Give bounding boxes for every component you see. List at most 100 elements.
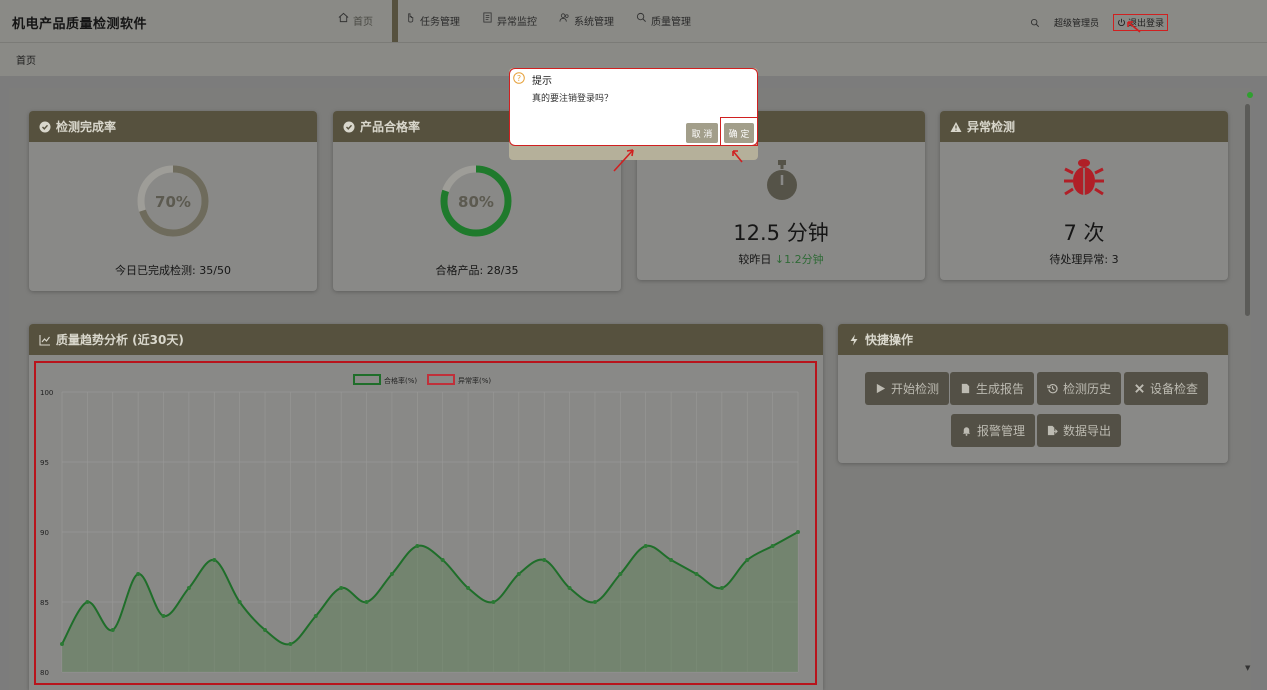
card-header: 检测完成率 xyxy=(29,111,317,142)
time-caption-prefix: 较昨日 xyxy=(738,253,775,266)
data-point[interactable] xyxy=(516,572,521,576)
data-point[interactable] xyxy=(440,558,445,562)
main-nav: 首页 任务管理 异常监控 系统管理 质量管理 xyxy=(338,0,713,42)
data-point[interactable] xyxy=(161,614,166,618)
power-icon xyxy=(1118,18,1125,26)
data-point[interactable] xyxy=(110,628,115,632)
data-point[interactable] xyxy=(745,558,750,562)
data-point[interactable] xyxy=(288,642,293,646)
logout-button[interactable]: 退出登录 xyxy=(1113,14,1169,31)
time-delta: ↓1.2分钟 xyxy=(774,253,824,266)
data-point[interactable] xyxy=(136,572,141,576)
header-actions: 超级管理员 退出登录 xyxy=(1030,14,1169,31)
legend-label-anomaly: 异常率(%) xyxy=(458,376,491,385)
card-header: 质量趋势分析 (近30天) xyxy=(29,324,823,355)
start-inspection-button[interactable]: 开始检测 xyxy=(865,372,950,405)
nav-item-tasks[interactable]: 任务管理 xyxy=(405,0,460,42)
card-header: 快捷操作 xyxy=(838,324,1228,355)
scroll-down-arrow[interactable]: ▼ xyxy=(1245,664,1250,672)
svg-text:?: ? xyxy=(517,74,521,83)
users-icon xyxy=(559,12,570,23)
completion-caption: 今日已完成检测: 35/50 xyxy=(115,264,231,277)
data-point[interactable] xyxy=(263,628,268,632)
current-user[interactable]: 超级管理员 xyxy=(1054,16,1099,29)
document-icon xyxy=(482,12,493,23)
data-point[interactable] xyxy=(313,614,318,618)
stopwatch-icon xyxy=(767,160,797,200)
data-point[interactable] xyxy=(796,530,800,534)
data-point[interactable] xyxy=(85,600,90,604)
quick-actions-card: 快捷操作 开始检测 生成报告 检测历史 设备检查 报警管理 数据导出 xyxy=(838,324,1228,463)
data-point[interactable] xyxy=(770,544,775,548)
check-circle-icon xyxy=(39,121,51,132)
card-title: 检测完成率 xyxy=(56,120,117,134)
dialog-message: 真的要注销登录吗？ xyxy=(532,94,614,104)
hand-icon xyxy=(405,12,416,23)
anomaly-value: 7 次 xyxy=(1063,221,1105,245)
data-point[interactable] xyxy=(186,586,191,590)
y-tick-label: 85 xyxy=(40,599,49,607)
nav-item-quality[interactable]: 质量管理 xyxy=(636,0,691,42)
nav-item-label: 首页 xyxy=(353,17,373,28)
completion-ring: 70% xyxy=(137,165,209,237)
pass-caption: 合格产品: 28/35 xyxy=(435,264,519,277)
legend-label-pass: 合格率(%) xyxy=(384,376,417,385)
avg-time-value: 12.5 分钟 xyxy=(733,221,829,245)
data-point[interactable] xyxy=(237,600,242,604)
scrollbar-thumb[interactable] xyxy=(1245,104,1250,316)
data-point[interactable] xyxy=(719,586,724,590)
data-point[interactable] xyxy=(694,572,699,576)
data-point[interactable] xyxy=(643,544,648,548)
app-title: 机电产品质量检测软件 xyxy=(12,17,148,32)
confirm-highlight-box xyxy=(720,117,758,146)
dialog-title: 提示 xyxy=(532,76,552,87)
data-point[interactable] xyxy=(212,558,217,562)
nav-item-system[interactable]: 系统管理 xyxy=(559,0,614,42)
bolt-icon xyxy=(850,334,858,345)
search-icon[interactable] xyxy=(1030,18,1040,28)
data-point[interactable] xyxy=(618,572,623,576)
nav-item-label: 任务管理 xyxy=(420,17,460,28)
trend-chart: 80 85 90 95 100 合格率(%) 异常率(%) xyxy=(34,361,817,685)
button-label: 报警管理 xyxy=(977,424,1026,438)
data-point[interactable] xyxy=(339,586,344,590)
data-export-button[interactable]: 数据导出 xyxy=(1037,414,1122,447)
button-label: 数据导出 xyxy=(1063,424,1112,438)
warning-icon xyxy=(950,121,962,132)
y-tick-label: 90 xyxy=(40,529,49,537)
data-point[interactable] xyxy=(466,586,471,590)
data-point[interactable] xyxy=(389,572,394,576)
card-header: 异常检测 xyxy=(940,111,1228,142)
inspection-history-button[interactable]: 检测历史 xyxy=(1037,372,1122,405)
logout-label: 退出登录 xyxy=(1128,19,1165,29)
data-point[interactable] xyxy=(491,600,496,604)
card-title: 异常检测 xyxy=(967,120,1016,134)
completion-card: 检测完成率 70% 今日已完成检测: 35/50 xyxy=(29,111,317,291)
export-icon xyxy=(1047,425,1058,436)
file-icon xyxy=(961,383,970,394)
nav-item-home[interactable]: 首页 xyxy=(338,0,373,42)
nav-item-anomaly[interactable]: 异常监控 xyxy=(482,0,537,42)
device-check-button[interactable]: 设备检查 xyxy=(1124,372,1209,405)
button-label: 开始检测 xyxy=(891,382,940,396)
y-tick-label: 80 xyxy=(40,669,49,677)
data-point[interactable] xyxy=(364,600,369,604)
cancel-button[interactable]: 取 消 xyxy=(686,123,718,143)
card-title: 产品合格率 xyxy=(360,120,421,134)
data-point[interactable] xyxy=(592,600,597,604)
generate-report-button[interactable]: 生成报告 xyxy=(950,372,1035,405)
question-icon: ? xyxy=(513,72,525,84)
ring-value: 70% xyxy=(155,193,191,211)
card-title: 质量趋势分析 (近30天) xyxy=(56,333,184,347)
ring-value: 80% xyxy=(458,193,494,211)
play-icon xyxy=(876,383,886,394)
data-point[interactable] xyxy=(542,558,547,562)
data-point[interactable] xyxy=(669,558,674,562)
data-point[interactable] xyxy=(60,642,64,646)
time-caption: 较昨日 ↓1.2分钟 xyxy=(637,251,925,267)
data-point[interactable] xyxy=(415,544,420,548)
history-icon xyxy=(1047,383,1058,394)
alarm-management-button[interactable]: 报警管理 xyxy=(951,414,1036,447)
data-point[interactable] xyxy=(567,586,572,590)
tab-home[interactable]: 首页 xyxy=(16,52,36,67)
